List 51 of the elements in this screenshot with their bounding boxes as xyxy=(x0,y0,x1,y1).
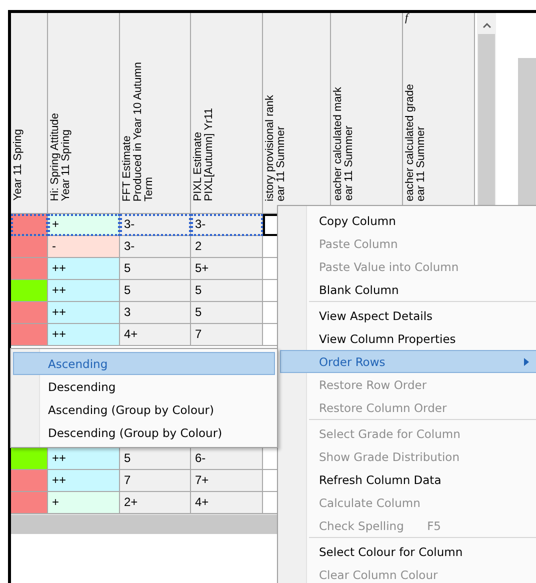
table-cell: 4+ xyxy=(191,492,263,514)
table-cell: - xyxy=(48,236,120,258)
menu-item[interactable]: Refresh Column Data xyxy=(280,468,536,491)
table-cell: 2 xyxy=(191,236,263,258)
table-cell: ++ xyxy=(48,448,120,470)
table-cell: 5 xyxy=(120,448,191,470)
menu-item[interactable]: Descending (Group by Colour) xyxy=(13,421,275,444)
header-cell[interactable]: Year 11 Spring xyxy=(11,13,48,214)
table-cell: 3- xyxy=(191,214,263,236)
table-cell: ++ xyxy=(48,302,120,324)
header-cell[interactable]: istory provisional rank ear 11 Summer xyxy=(263,13,331,214)
header-label: istory provisional rank ear 11 Summer xyxy=(265,94,287,201)
header-cell[interactable]: PIXL Estimate PIXL[Autumn] Yr11 xyxy=(191,13,263,214)
header-label: PIXL Estimate PIXL[Autumn] Yr11 xyxy=(193,108,215,201)
table-cell: 5 xyxy=(191,280,263,302)
menu-item[interactable]: Descending xyxy=(13,375,275,398)
table-cell: ++ xyxy=(48,258,120,280)
menu-item[interactable]: Ascending (Group by Colour) xyxy=(13,398,275,421)
table-cell: 7+ xyxy=(191,470,263,492)
formula-mark: f xyxy=(405,13,408,24)
table-cell: 5 xyxy=(120,258,191,280)
header-cell[interactable]: FFT Estimate Produced in Year 10 Autumn Term xyxy=(120,13,191,214)
table-cell: 5+ xyxy=(191,258,263,280)
table-cell: 6- xyxy=(191,448,263,470)
table-cell: ++ xyxy=(48,280,120,302)
menu-item[interactable]: Ascending xyxy=(13,352,275,375)
header-label: eacher calculated mark ear 11 Summer xyxy=(333,87,355,201)
header-label: Year 11 Spring xyxy=(13,129,24,201)
header-cell[interactable]: Hi: Spring Attitude Year 11 Spring xyxy=(48,13,120,214)
table-cell: 3- xyxy=(120,214,191,236)
table-cell: 5 xyxy=(120,280,191,302)
header-label: eacher calculated grade ear 11 Summer xyxy=(405,84,427,201)
table-cell: ++ xyxy=(48,324,120,346)
menu-item[interactable]: View Aspect Details xyxy=(280,304,536,327)
table-cell: 5 xyxy=(191,302,263,324)
menu-item[interactable]: Select Colour for Column xyxy=(280,540,536,563)
table-cell: 3 xyxy=(120,302,191,324)
table-cell: 7 xyxy=(120,470,191,492)
menu-item[interactable]: View Column Properties xyxy=(280,327,536,350)
menu-item[interactable]: Order Rows xyxy=(280,350,536,373)
submenu-arrow-icon xyxy=(524,358,529,366)
scroll-up-icon[interactable] xyxy=(482,23,490,28)
table-cell: 3- xyxy=(120,236,191,258)
table-cell: 4+ xyxy=(120,324,191,346)
header-label: FFT Estimate Produced in Year 10 Autumn Term xyxy=(122,62,155,201)
table-cell: + xyxy=(48,214,120,236)
header-label: Hi: Spring Attitude Year 11 Spring xyxy=(50,112,72,201)
table-cell: ++ xyxy=(48,470,120,492)
table-cell: 2+ xyxy=(120,492,191,514)
table-cell: 7 xyxy=(191,324,263,346)
table-cell: + xyxy=(48,492,120,514)
